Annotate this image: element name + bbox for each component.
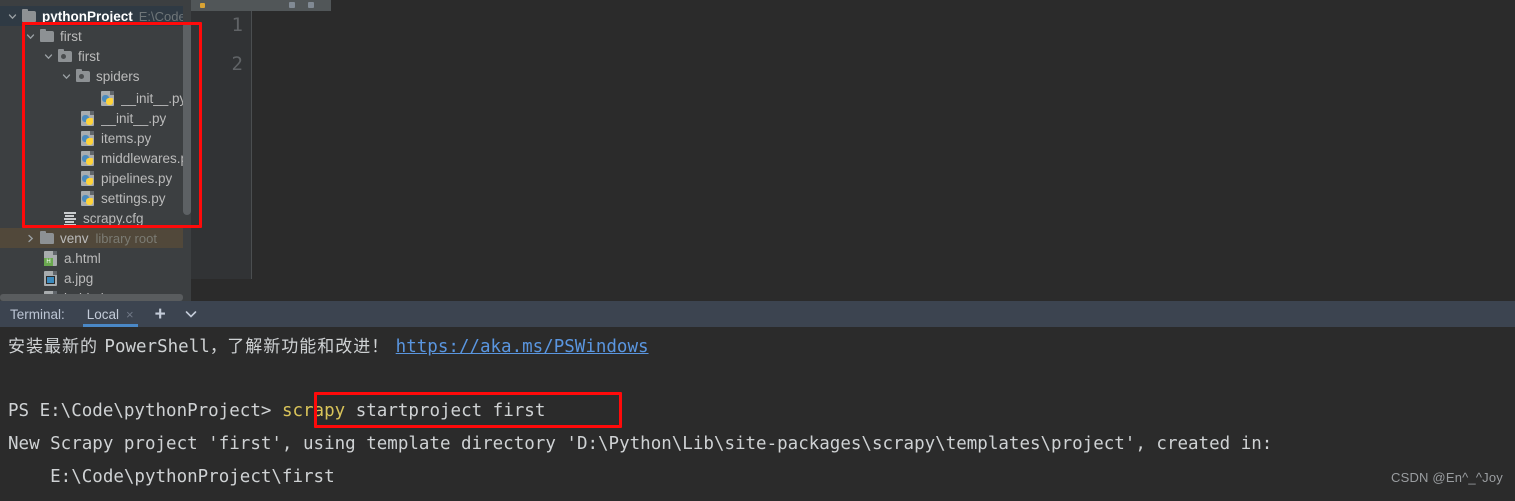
- chevron-right-icon[interactable]: [25, 233, 36, 244]
- powershell-link[interactable]: https://aka.ms/PSWindows: [396, 337, 649, 357]
- config-file-icon: [62, 210, 78, 226]
- tree-row-pythonproject[interactable]: pythonProject E:\Code\: [0, 6, 191, 26]
- tree-row-path-hint: E:\Code\: [138, 8, 190, 24]
- tree-row-label: venv: [60, 230, 89, 246]
- package-folder-icon: [57, 48, 73, 64]
- tree-row-venv[interactable]: venv library root: [0, 228, 191, 248]
- tree-row-init-py[interactable]: __init__.py: [0, 108, 191, 128]
- tree-row-label: scrapy.cfg: [83, 210, 144, 226]
- python-file-icon: [80, 170, 96, 186]
- tree-row-pipelines-py[interactable]: pipelines.py: [0, 168, 191, 188]
- terminal-title: Terminal:: [10, 306, 65, 322]
- chevron-down-icon[interactable]: [61, 71, 72, 82]
- tree-row-label: middlewares.py: [101, 150, 191, 166]
- python-file-icon: [80, 110, 96, 126]
- tree-row-scrapy-cfg[interactable]: scrapy.cfg: [0, 208, 191, 228]
- tree-row-items-py[interactable]: items.py: [0, 128, 191, 148]
- image-file-icon: [43, 270, 59, 286]
- tree-row-label: settings.py: [101, 190, 166, 206]
- tree-row-spiders-init-py[interactable]: __init__.py: [0, 88, 191, 108]
- terminal-output-line-1: New Scrapy project 'first', using templa…: [8, 434, 1273, 454]
- tree-row-label: first: [78, 48, 100, 64]
- watermark: CSDN @En^_^Joy: [1390, 470, 1503, 485]
- tree-row-first-package[interactable]: first: [0, 46, 191, 66]
- python-file-icon: [100, 90, 116, 106]
- terminal-output-line-2: E:\Code\pythonProject\first: [8, 467, 335, 487]
- folder-icon: [21, 8, 37, 24]
- tree-row-label: pipelines.py: [101, 170, 173, 186]
- close-icon[interactable]: ×: [126, 308, 134, 321]
- tree-row-a-html[interactable]: H a.html: [0, 248, 191, 268]
- chevron-down-icon[interactable]: [25, 31, 36, 42]
- tab-glyph-icon: [308, 2, 314, 8]
- tree-row-a-jpg[interactable]: a.jpg: [0, 268, 191, 288]
- tree-row-label: a.jpg: [64, 270, 94, 286]
- folder-icon: [39, 28, 55, 44]
- tab-glyph-icon: [289, 2, 295, 8]
- chevron-down-icon[interactable]: [43, 51, 54, 62]
- tree-row-spiders[interactable]: spiders: [0, 66, 191, 86]
- line-number: 2: [231, 53, 243, 75]
- tree-scrollbar-thumb[interactable]: [183, 22, 191, 215]
- command-spacer: [271, 401, 282, 421]
- notice-text-en: PowerShell，: [104, 337, 228, 357]
- chevron-down-icon[interactable]: [7, 11, 18, 22]
- html-file-icon: H: [43, 250, 59, 266]
- line-number: 1: [231, 14, 243, 36]
- notice-text-cn-1: 安装最新的: [8, 337, 105, 357]
- terminal-tab-local[interactable]: Local ×: [82, 301, 138, 327]
- terminal-toolbar: Terminal: Local × +: [0, 301, 1515, 327]
- chevron-down-icon[interactable]: [183, 306, 199, 322]
- folder-icon: [39, 230, 55, 246]
- editor-gutter: 1 2: [191, 11, 251, 279]
- tree-row-library-hint: library root: [95, 230, 157, 246]
- tree-row-middlewares-py[interactable]: middlewares.py: [0, 148, 191, 168]
- pycharm-window: 1 2 pythonProject E:\Code\ first first s…: [0, 0, 1515, 501]
- tree-horizontal-scrollbar[interactable]: [0, 294, 183, 301]
- tree-row-label: pythonProject: [42, 8, 133, 24]
- tree-row-label: spiders: [96, 68, 140, 84]
- python-file-icon: [80, 130, 96, 146]
- notice-text-cn-2: 了解新功能和改进！: [227, 337, 396, 357]
- command-arguments: startproject first: [345, 401, 546, 421]
- terminal-output[interactable]: 安装最新的 PowerShell，了解新功能和改进！ https://aka.m…: [0, 327, 1515, 501]
- python-file-icon: [80, 190, 96, 206]
- python-file-icon: [80, 150, 96, 166]
- top-area: 1 2 pythonProject E:\Code\ first first s…: [0, 0, 1515, 301]
- terminal-tab-label: Local: [86, 306, 120, 322]
- tree-row-label: __init__.py: [121, 90, 187, 106]
- terminal-notice-line: 安装最新的 PowerShell，了解新功能和改进！ https://aka.m…: [8, 331, 649, 364]
- editor-text-area[interactable]: [252, 11, 1515, 279]
- tree-row-label: first: [60, 28, 82, 44]
- add-terminal-button[interactable]: +: [155, 305, 166, 324]
- tree-row-label: items.py: [101, 130, 152, 146]
- tree-row-settings-py[interactable]: settings.py: [0, 188, 191, 208]
- tree-row-first-outer[interactable]: first: [0, 26, 191, 46]
- prompt-path: PS E:\Code\pythonProject>: [8, 401, 272, 421]
- tree-row-label: a.html: [64, 250, 101, 266]
- package-folder-icon: [75, 68, 91, 84]
- terminal-prompt-line: PS E:\Code\pythonProject> scrapy startpr…: [8, 395, 545, 428]
- tree-row-label: __init__.py: [101, 110, 167, 126]
- modified-dot-icon: [200, 3, 205, 8]
- code-editor[interactable]: 1 2: [191, 11, 1515, 279]
- command-keyword: scrapy: [281, 401, 346, 421]
- project-tree-panel[interactable]: pythonProject E:\Code\ first first spide…: [0, 0, 191, 301]
